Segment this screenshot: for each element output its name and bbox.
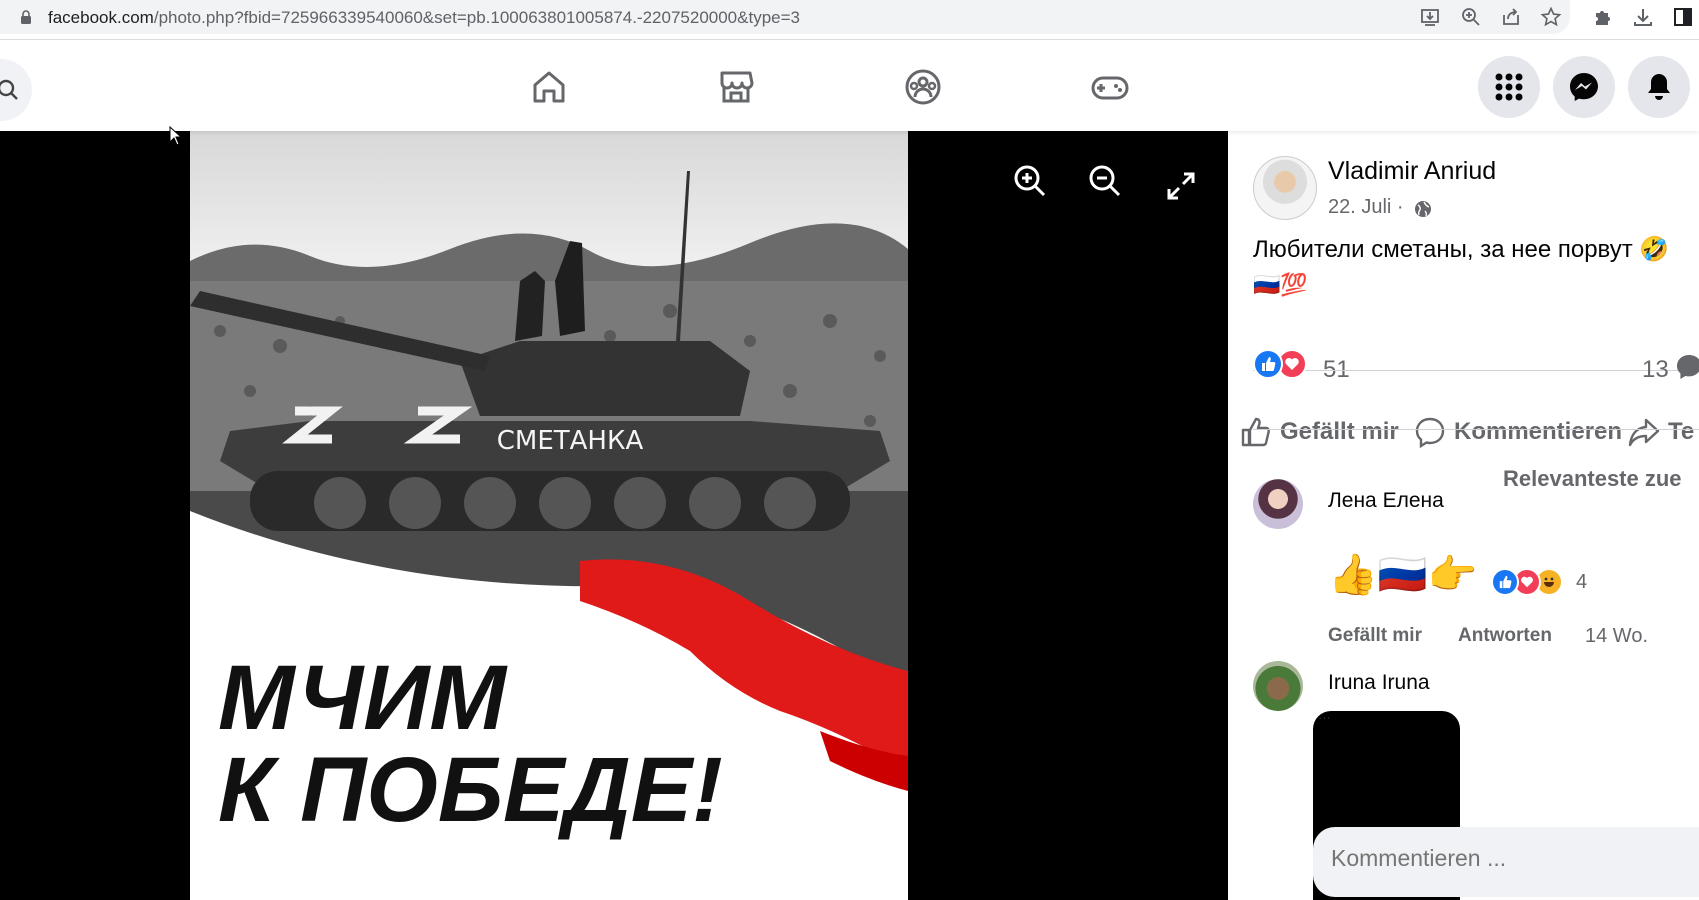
comment-composer[interactable] [1313,827,1699,897]
avatar[interactable] [1253,661,1303,711]
like-button-label: Gefällt mir [1280,418,1399,445]
tank-photo-illustration: СМЕТАНКА МЧИМ К ПОБЕДЕ! [190,131,908,900]
menu-grid-icon [1495,73,1523,101]
home-icon[interactable] [529,67,569,107]
slogan-line-1: МЧИМ [218,647,508,749]
search-icon [0,79,18,100]
avatar [1253,831,1309,887]
url-text[interactable]: facebook.com/photo.php?fbid=725966339540… [48,8,800,28]
gaming-icon[interactable] [1090,67,1130,107]
avatar[interactable] [1253,479,1303,529]
share-icon[interactable] [1500,6,1522,28]
groups-icon[interactable] [903,67,943,107]
zoom-out-icon[interactable] [1087,163,1123,199]
comment-like-link[interactable]: Gefällt mir [1328,625,1422,647]
fullscreen-icon[interactable] [1163,168,1199,204]
facebook-top-nav [0,41,1699,131]
browser-address-bar: facebook.com/photo.php?fbid=725966339540… [0,0,1699,40]
divider [1253,429,1699,430]
extensions-icon[interactable] [1592,6,1614,28]
menu-grid-button[interactable] [1478,56,1540,118]
globe-icon [1415,201,1431,217]
post-text-emojis: 🇷🇺💯 [1253,272,1308,297]
mouse-cursor-icon [169,126,183,146]
tank-name-text: СМЕТАНКА [497,426,644,456]
share-button-label: Te [1668,418,1695,445]
post-photo[interactable]: СМЕТАНКА МЧИМ К ПОБЕДЕ! [190,131,908,900]
post-details-panel: Vladimir Anriud 22. Juli · Любители смет… [1228,131,1699,900]
like-button[interactable]: Gefällt mir [1240,415,1399,449]
comment-body: 👍🇷🇺👉 [1328,553,1478,597]
url-field[interactable]: facebook.com/photo.php?fbid=725966339540… [0,0,1570,34]
marketplace-icon[interactable] [716,67,756,107]
comment-count-bubble-icon [1677,355,1699,379]
comment-reply-link[interactable]: Antworten [1458,625,1552,647]
share-button[interactable]: Te [1628,415,1694,449]
messenger-button[interactable] [1553,56,1615,118]
post-date[interactable]: 22. Juli · [1328,196,1404,219]
search-button[interactable] [0,59,32,121]
comment-timestamp[interactable]: 14 Wo. [1585,625,1648,648]
install-icon[interactable] [1419,6,1441,28]
like-reaction-icon [1491,568,1519,596]
comment-count[interactable]: 13 [1642,356,1669,384]
comment-sort-dropdown[interactable]: Relevanteste zue [1503,466,1682,492]
thumbs-up-icon [1241,417,1270,447]
comment-button-label: Kommentieren [1454,418,1623,445]
lock-icon [21,10,31,24]
post-text: Любители сметаны, за нее порвут 🤣 [1253,236,1670,263]
messenger-icon [1570,73,1598,101]
slogan-line-2: К ПОБЕДЕ! [218,739,723,841]
zoom-icon[interactable] [1460,6,1482,28]
like-reaction-icon [1253,349,1283,379]
notifications-bell-icon [1648,74,1670,100]
comment-bubble-icon [1415,417,1445,448]
notifications-button[interactable] [1628,56,1690,118]
avatar[interactable] [1253,156,1317,220]
comment-input[interactable] [1331,845,1691,872]
download-icon[interactable] [1632,6,1654,28]
post-author-name[interactable]: Vladimir Anriud [1328,157,1496,186]
divider [1253,370,1699,371]
share-arrow-icon [1628,418,1660,447]
comment-reaction-count[interactable]: 4 [1576,571,1587,594]
comment-button[interactable]: Kommentieren [1414,415,1622,449]
comment-author-name[interactable]: Лена Елена [1328,489,1444,513]
comment-author-name[interactable]: Iruna Iruna [1328,671,1430,695]
photo-viewer: СМЕТАНКА МЧИМ К ПОБЕДЕ! [0,131,1228,900]
zoom-in-icon[interactable] [1012,163,1048,199]
sidebar-icon[interactable] [1672,6,1694,28]
bookmark-star-icon[interactable] [1540,6,1562,28]
